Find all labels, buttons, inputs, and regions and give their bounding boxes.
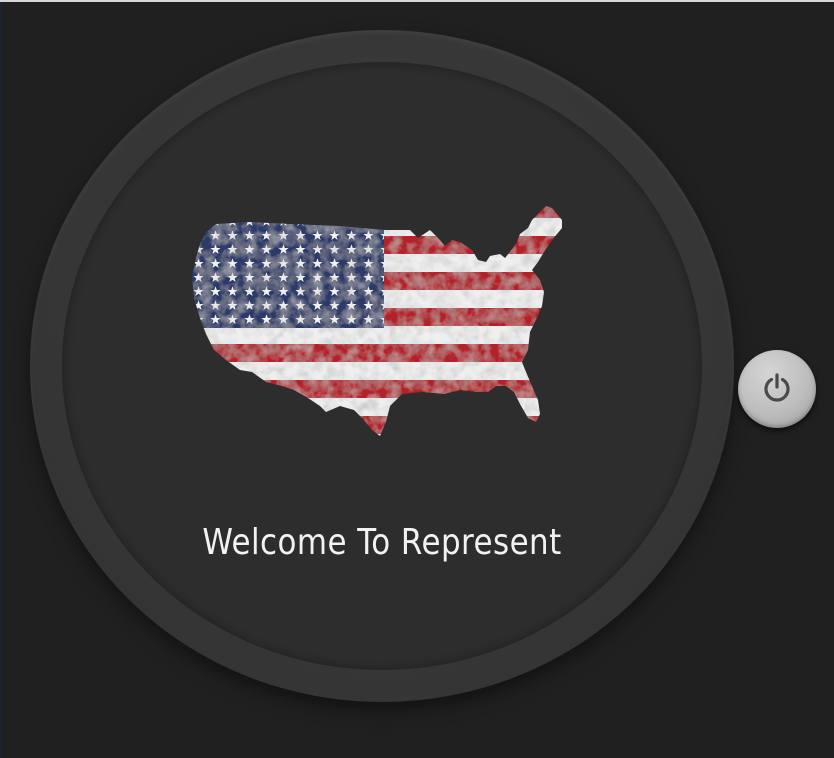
power-button[interactable] <box>738 350 816 428</box>
welcome-title: Welcome To Represent <box>202 522 562 563</box>
wear-emulator-window: Welcome To Represent <box>0 0 834 758</box>
window-top-edge <box>0 0 834 2</box>
power-icon <box>764 373 790 402</box>
usa-flag-map-image <box>192 206 562 436</box>
window-left-edge <box>0 2 2 758</box>
